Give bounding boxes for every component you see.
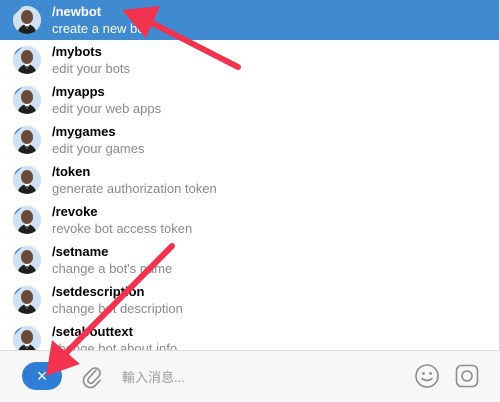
command-row[interactable]: /newbot create a new bot (0, 0, 499, 40)
command-row[interactable]: /mygames edit your games (0, 120, 499, 160)
close-commands-button[interactable]: × (22, 362, 62, 390)
bot-avatar (13, 166, 41, 194)
command-name: /setname (52, 244, 109, 259)
command-row[interactable]: /setdescription change bot description (0, 280, 499, 320)
command-suggestion-list: /newbot create a new bot /mybots edit yo… (0, 0, 500, 350)
command-description: create a new bot (52, 21, 149, 36)
bot-avatar (13, 86, 41, 114)
attach-button[interactable] (80, 363, 104, 389)
command-row[interactable]: /revoke revoke bot access token (0, 200, 499, 240)
command-name: /myapps (52, 84, 105, 99)
command-name: /mybots (52, 44, 102, 59)
command-name: /mygames (52, 124, 116, 139)
message-composer: × (0, 350, 500, 402)
paperclip-icon (82, 367, 101, 389)
command-name: /token (52, 164, 91, 179)
close-icon: × (36, 366, 48, 386)
camera-button[interactable] (454, 363, 480, 389)
emoji-icon (415, 364, 439, 388)
command-description: edit your bots (52, 61, 131, 76)
bot-avatar (13, 6, 41, 34)
emoji-button[interactable] (414, 363, 440, 389)
bot-avatar (13, 326, 41, 350)
command-name: /setabouttext (52, 324, 133, 339)
command-row[interactable]: /setname change a bot's name (0, 240, 499, 280)
command-description: change bot about info (52, 341, 178, 350)
camera-icon (455, 364, 479, 388)
command-description: generate authorization token (52, 181, 217, 196)
command-name: /revoke (52, 204, 98, 219)
bot-avatar (13, 126, 41, 154)
command-description: edit your games (52, 141, 145, 156)
command-row[interactable]: /token generate authorization token (0, 160, 499, 200)
command-description: revoke bot access token (52, 221, 193, 236)
command-description: edit your web apps (52, 101, 162, 116)
bot-avatar (13, 286, 41, 314)
command-row[interactable]: /mybots edit your bots (0, 40, 499, 80)
command-row[interactable]: /setabouttext change bot about info (0, 320, 499, 350)
command-description: change bot description (52, 301, 183, 316)
command-row[interactable]: /myapps edit your web apps (0, 80, 499, 120)
command-name: /setdescription (52, 284, 145, 299)
bot-avatar (13, 246, 41, 274)
command-name: /newbot (52, 4, 102, 19)
bot-avatar (13, 206, 41, 234)
bot-avatar (13, 46, 41, 74)
message-input[interactable] (120, 365, 394, 389)
command-description: change a bot's name (52, 261, 173, 276)
